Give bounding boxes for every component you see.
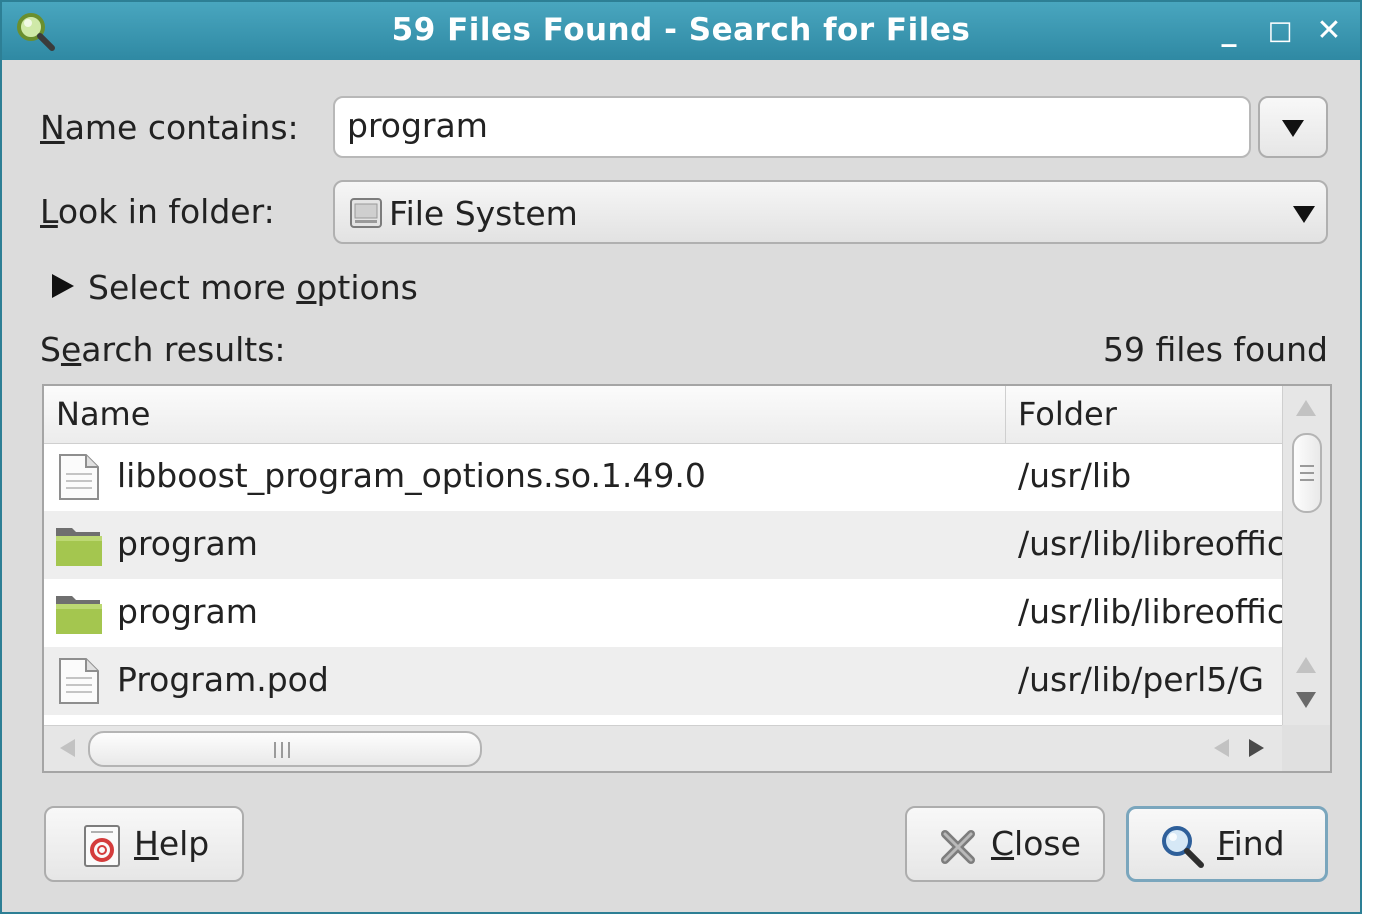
scroll-left-icon[interactable] (1214, 739, 1229, 757)
file-name: program (117, 592, 258, 631)
close-icon (941, 830, 975, 864)
file-folder: /usr/lib/libreoffice (1018, 524, 1282, 563)
maximize-icon: □ (1267, 16, 1293, 46)
table-row[interactable]: program /usr/lib/libreoffice (44, 579, 1282, 647)
column-header-folder[interactable]: Folder (1006, 386, 1282, 443)
files-found-count: 59 files found (1102, 330, 1328, 369)
close-button[interactable]: Close (905, 806, 1105, 882)
search-icon (1162, 826, 1204, 868)
scroll-up-icon[interactable] (1296, 400, 1316, 416)
document-icon (59, 658, 99, 704)
scroll-down-icon[interactable] (1296, 692, 1316, 708)
chevron-down-icon (1293, 206, 1315, 223)
chevron-down-icon (1282, 120, 1304, 137)
file-folder: /usr/lib/perl5/G (1018, 660, 1264, 699)
file-name: program (117, 524, 258, 563)
scrollbar-corner (1282, 725, 1330, 771)
maximize-button[interactable]: □ (1263, 14, 1297, 48)
folder-icon (56, 528, 102, 566)
drive-icon (350, 198, 382, 228)
title-bar[interactable]: 59 Files Found - Search for Files _ □ ✕ (2, 2, 1360, 60)
find-button-label: Find (1217, 824, 1285, 863)
name-history-dropdown-button[interactable] (1258, 96, 1328, 158)
table-row-partial (44, 715, 1282, 725)
search-dialog: 59 Files Found - Search for Files _ □ ✕ … (0, 0, 1362, 914)
column-header-name[interactable]: Name (44, 386, 1006, 443)
look-in-folder-select[interactable]: File System (333, 180, 1328, 244)
search-results-label: Search results: (40, 330, 286, 369)
file-folder: /usr/lib/libreoffice (1018, 592, 1282, 631)
minimize-icon: _ (1221, 13, 1237, 48)
find-button[interactable]: Find (1126, 806, 1328, 882)
vertical-scrollbar[interactable] (1282, 386, 1330, 725)
horizontal-scrollbar[interactable] (44, 725, 1282, 771)
close-window-button[interactable]: ✕ (1312, 14, 1346, 48)
scroll-up-icon[interactable] (1296, 657, 1316, 673)
minimize-button[interactable]: _ (1212, 14, 1246, 48)
scroll-left-icon[interactable] (60, 739, 75, 757)
file-folder: /usr/lib (1018, 456, 1132, 495)
select-more-options-label: Select more options (88, 268, 418, 307)
document-icon (59, 454, 99, 500)
table-row[interactable]: program /usr/lib/libreoffice (44, 511, 1282, 579)
name-contains-input[interactable]: program (333, 96, 1251, 158)
horizontal-scroll-thumb[interactable] (88, 731, 482, 767)
search-results-table[interactable]: Name Folder libboost_program_options.so.… (42, 384, 1332, 773)
scroll-right-icon[interactable] (1249, 739, 1264, 757)
table-row[interactable]: Program.pod /usr/lib/perl5/G (44, 647, 1282, 715)
help-icon (84, 825, 120, 867)
window-title: 59 Files Found - Search for Files (391, 12, 971, 48)
name-contains-label: Name contains: (40, 108, 299, 147)
table-row[interactable]: libboost_program_options.so.1.49.0 /usr/… (44, 443, 1282, 511)
help-button[interactable]: Help (44, 806, 244, 882)
file-name: libboost_program_options.so.1.49.0 (117, 456, 706, 495)
folder-icon (56, 596, 102, 634)
vertical-scroll-thumb[interactable] (1292, 433, 1322, 513)
close-icon: ✕ (1316, 13, 1342, 48)
folder-select-value: File System (389, 194, 578, 233)
look-in-folder-label: Look in folder: (40, 192, 275, 231)
close-button-label: Close (991, 824, 1081, 863)
file-name: Program.pod (117, 660, 329, 699)
expander-arrow-icon (52, 274, 74, 298)
help-button-label: Help (134, 824, 210, 863)
table-header: Name Folder (44, 386, 1282, 444)
